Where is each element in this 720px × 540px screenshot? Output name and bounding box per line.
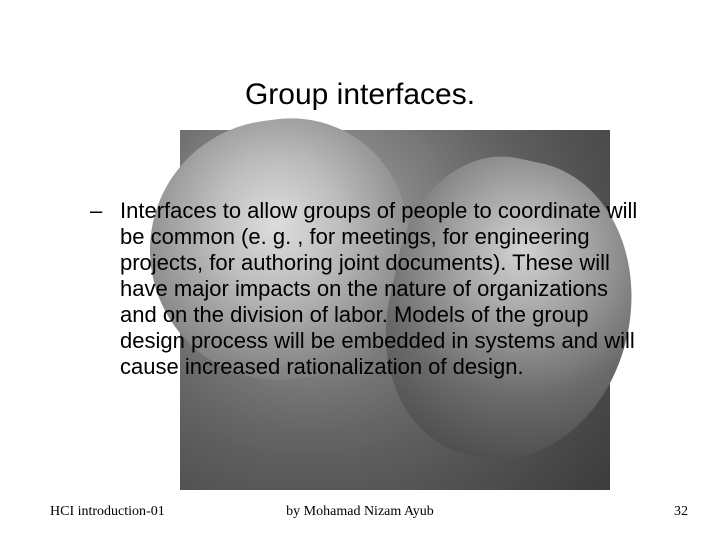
body-block: – Interfaces to allow groups of people t…	[90, 198, 650, 380]
footer-left: HCI introduction-01	[50, 504, 165, 520]
slide-number: 32	[674, 504, 688, 520]
bullet-dash: –	[90, 198, 120, 224]
slide: Group interfaces. – Interfaces to allow …	[0, 0, 720, 540]
body-text: Interfaces to allow groups of people to …	[120, 198, 650, 380]
footer: HCI introduction-01 by Mohamad Nizam Ayu…	[0, 504, 720, 520]
slide-title: Group interfaces.	[0, 78, 720, 112]
bullet-item: – Interfaces to allow groups of people t…	[90, 198, 650, 380]
